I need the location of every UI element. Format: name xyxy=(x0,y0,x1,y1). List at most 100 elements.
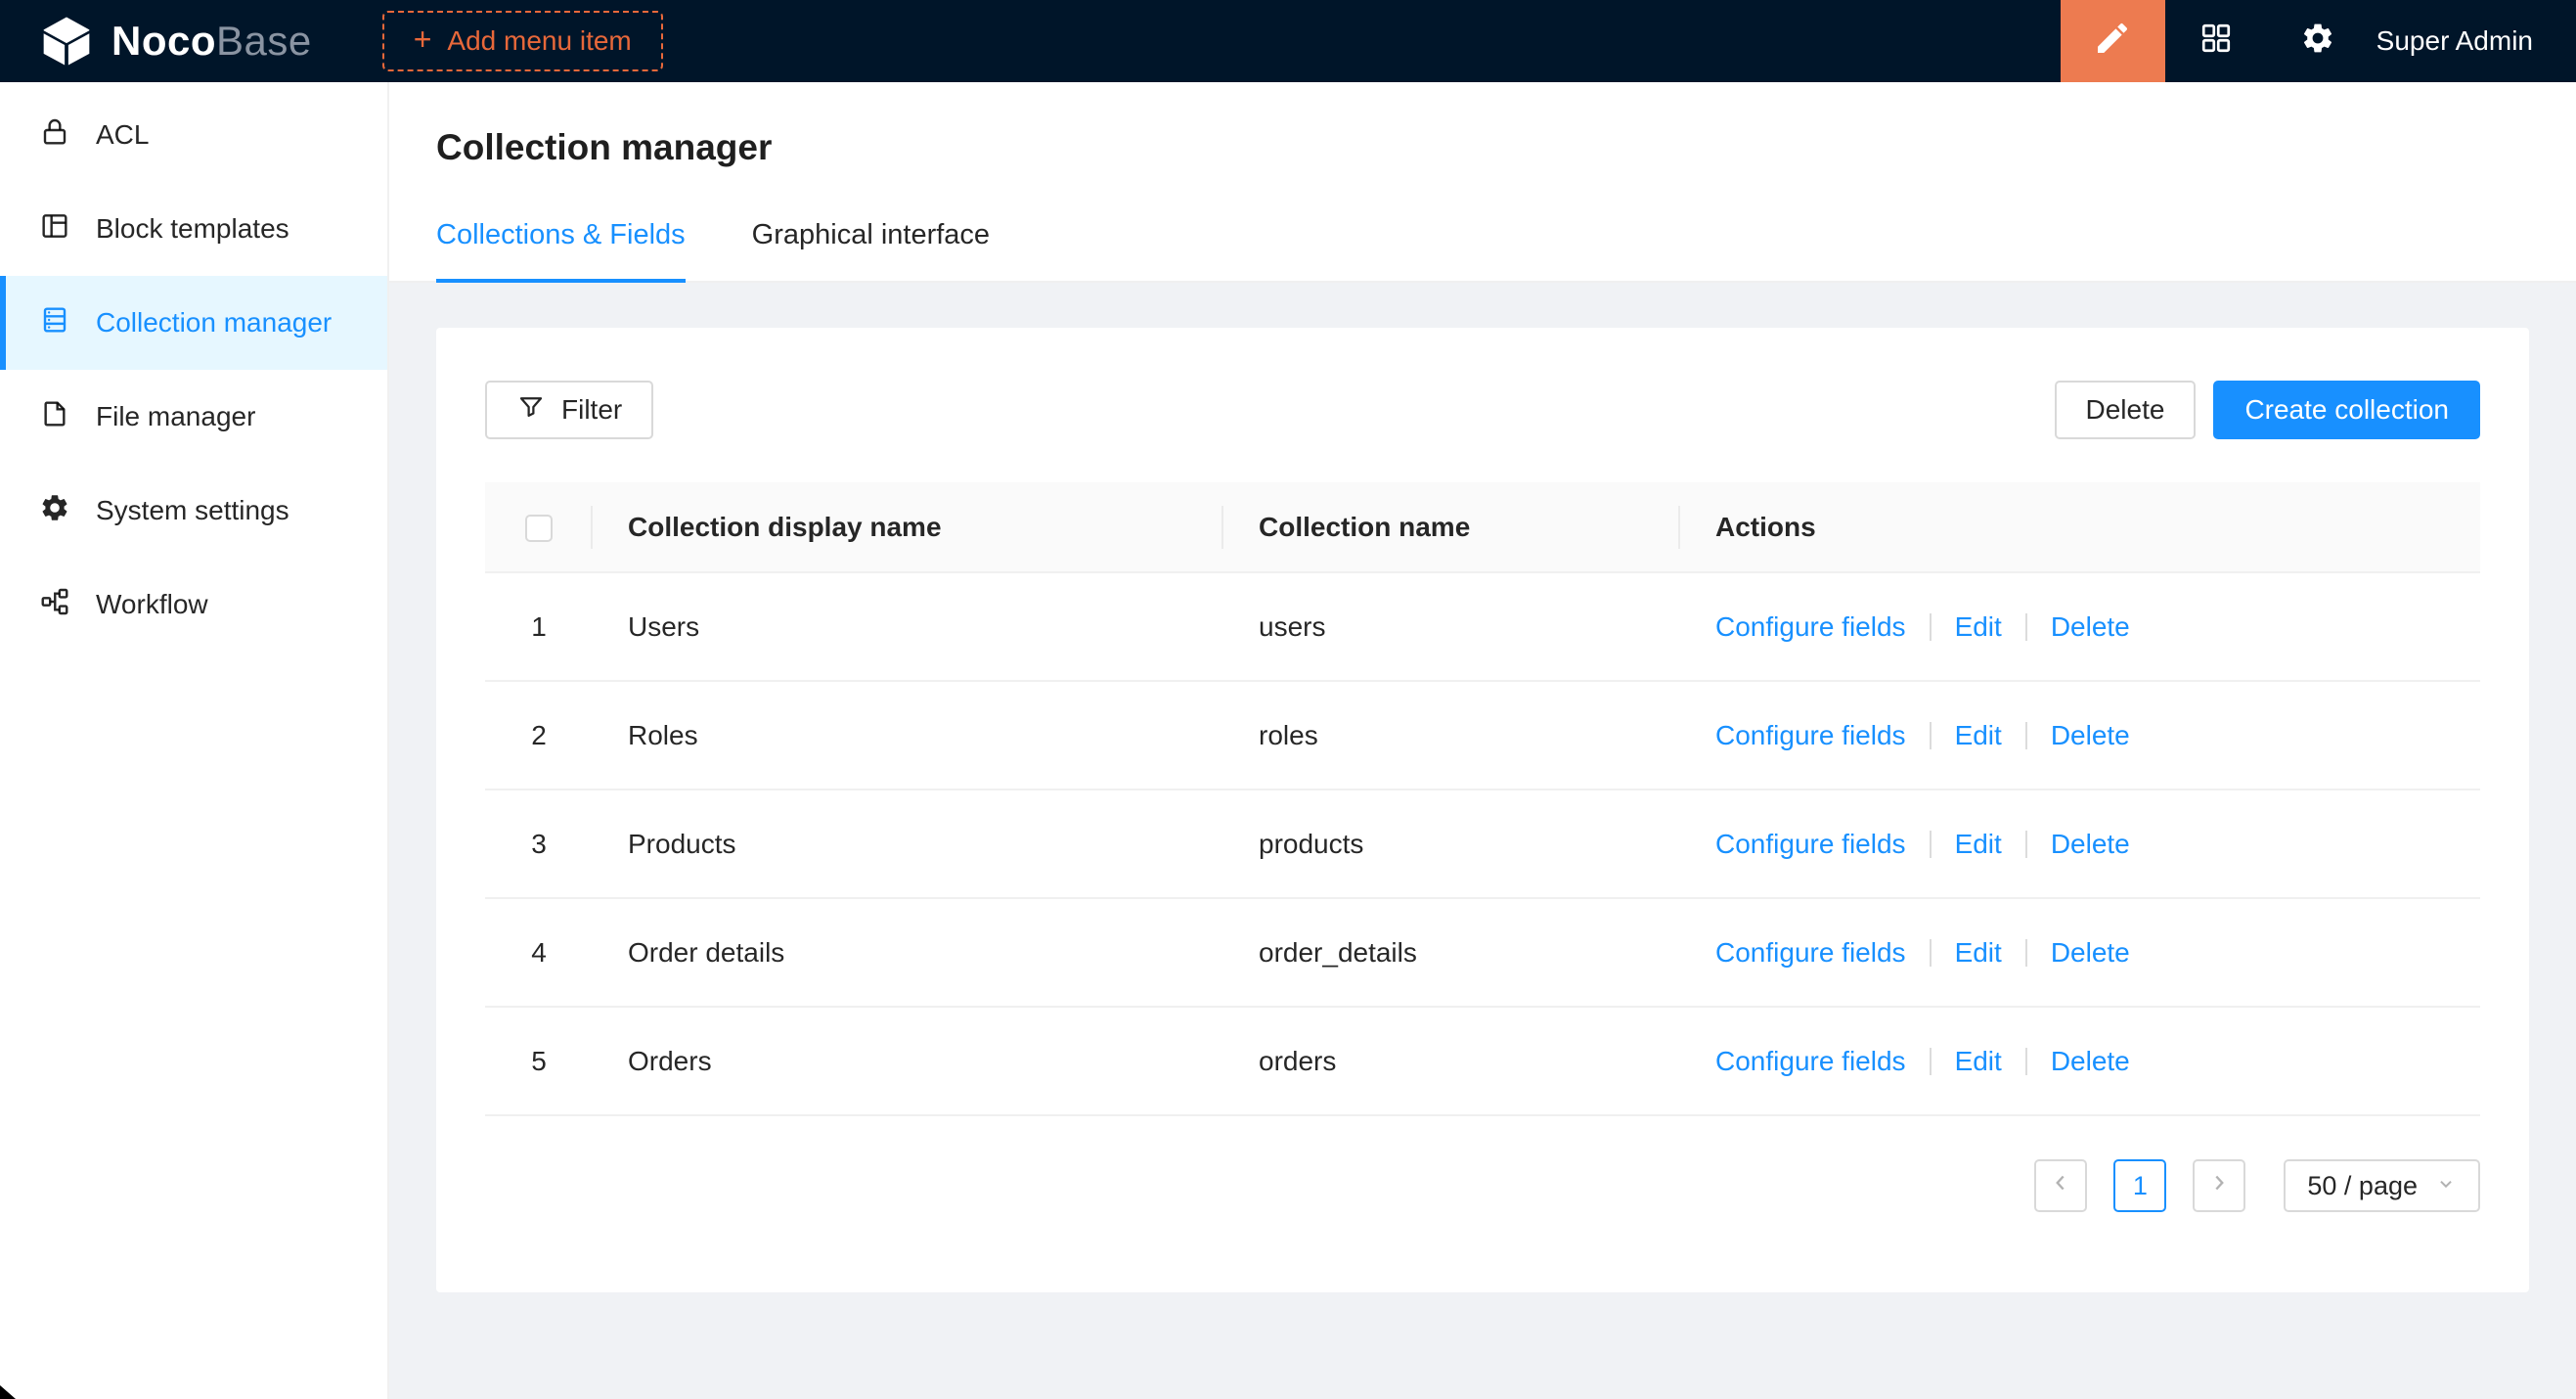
cell-collection-name: products xyxy=(1223,790,1680,898)
column-header-actions: Actions xyxy=(1680,482,2480,572)
gear-icon xyxy=(2300,21,2335,63)
sidebar-item-collection-manager[interactable]: Collection manager xyxy=(0,276,387,370)
chevron-right-icon xyxy=(2206,1170,2232,1202)
prev-page-button[interactable] xyxy=(2034,1159,2087,1212)
cell-display-name: Orders xyxy=(593,1007,1223,1115)
highlighter-pen-icon xyxy=(2093,19,2132,65)
table-row: 3 Products products Configure fieldsEdit… xyxy=(485,790,2480,898)
create-collection-button[interactable]: Create collection xyxy=(2213,381,2480,439)
edit-link[interactable]: Edit xyxy=(1955,937,2002,968)
delete-button[interactable]: Delete xyxy=(2055,381,2197,439)
frame: ACL Block templates xyxy=(0,82,2576,1399)
cell-display-name: Users xyxy=(593,572,1223,681)
settings-sidebar: ACL Block templates xyxy=(0,82,389,1399)
table-row: 2 Roles roles Configure fields Edit Delete xyxy=(485,681,2480,790)
action-divider xyxy=(2025,1048,2027,1075)
delete-link[interactable]: Delete xyxy=(2051,720,2130,750)
page-size-value: 50 / page xyxy=(2307,1171,2418,1201)
nocobase-logo-icon xyxy=(39,14,94,68)
collections-table: Collection display name Collection name … xyxy=(485,482,2480,1116)
app-window: NocoBase + Add menu item xyxy=(0,0,2576,1399)
cell-actions: Configure fields Edit Delete xyxy=(1680,681,2480,790)
cell-display-name: Order details xyxy=(593,898,1223,1007)
cell-display-name: Roles xyxy=(593,681,1223,790)
cell-display-name: Products xyxy=(593,790,1223,898)
cell-actions: Configure fields Edit Delete xyxy=(1680,1007,2480,1115)
brand-name: NocoBase xyxy=(111,18,312,65)
sidebar-item-label: System settings xyxy=(96,495,289,526)
page-size-select[interactable]: 50 / page xyxy=(2284,1159,2480,1212)
action-divider xyxy=(1930,722,1932,749)
table-header-row: Collection display name Collection name … xyxy=(485,482,2480,572)
layout-icon xyxy=(39,210,70,248)
action-divider xyxy=(1930,613,1932,641)
sidebar-item-label: ACL xyxy=(96,119,149,151)
toolbar-right: Delete Create collection xyxy=(2055,381,2481,439)
configure-fields-link[interactable]: Configure fields xyxy=(1715,611,1906,642)
tab-graphical-interface[interactable]: Graphical interface xyxy=(752,219,990,281)
filter-button-label: Filter xyxy=(561,394,622,426)
add-menu-item-button[interactable]: + Add menu item xyxy=(382,11,663,71)
tab-bar: Collections & Fields Graphical interface xyxy=(436,219,2576,281)
content-area: Filter Delete Create collection xyxy=(389,283,2576,1399)
tab-collections-and-fields[interactable]: Collections & Fields xyxy=(436,219,686,281)
plugin-manager-button[interactable] xyxy=(2165,0,2267,82)
settings-button[interactable] xyxy=(2267,0,2369,82)
page-number-button[interactable]: 1 xyxy=(2113,1159,2166,1212)
chevron-left-icon xyxy=(2048,1170,2073,1202)
action-divider xyxy=(2025,613,2027,641)
edit-link[interactable]: Edit xyxy=(1955,611,2002,642)
delete-link[interactable]: Delete xyxy=(2051,1046,2130,1076)
workflow-partition-icon xyxy=(39,586,70,624)
filter-button[interactable]: Filter xyxy=(485,381,653,439)
configure-fields-link[interactable]: Configure fields xyxy=(1715,720,1906,750)
configure-fields-link[interactable]: Configure fields xyxy=(1715,1046,1906,1076)
top-bar: NocoBase + Add menu item xyxy=(0,0,2576,82)
row-index: 2 xyxy=(485,681,593,790)
gear-icon xyxy=(39,492,70,530)
sidebar-item-label: Block templates xyxy=(96,213,289,245)
column-header-display-name: Collection display name xyxy=(593,482,1223,572)
sidebar-item-system-settings[interactable]: System settings xyxy=(0,464,387,558)
cell-collection-name: roles xyxy=(1223,681,1680,790)
configure-fields-link[interactable]: Configure fields xyxy=(1715,937,1906,968)
sidebar-item-label: File manager xyxy=(96,401,255,432)
filter-funnel-icon xyxy=(516,392,546,429)
brand: NocoBase xyxy=(39,14,312,68)
table-row: 4 Order details order_details Configure … xyxy=(485,898,2480,1007)
lock-icon xyxy=(39,116,70,155)
column-header-name: Collection name xyxy=(1223,482,1680,572)
brand-name-light: Base xyxy=(216,18,312,65)
current-user-menu[interactable]: Super Admin xyxy=(2376,25,2533,57)
action-divider xyxy=(2025,939,2027,967)
table-row: 5 Orders orders Configure fieldsEditDele… xyxy=(485,1007,2480,1115)
delete-link[interactable]: Delete xyxy=(2051,829,2130,859)
main-area: Collection manager Collections & Fields … xyxy=(389,82,2576,1399)
sidebar-item-label: Workflow xyxy=(96,589,208,620)
next-page-button[interactable] xyxy=(2193,1159,2245,1212)
edit-link[interactable]: Edit xyxy=(1955,720,2002,750)
sidebar-item-block-templates[interactable]: Block templates xyxy=(0,182,387,276)
cell-actions: Configure fields Edit Delete xyxy=(1680,898,2480,1007)
configure-fields-link[interactable]: Configure fields xyxy=(1715,829,1906,859)
plus-icon: + xyxy=(414,23,432,55)
ui-editor-button[interactable] xyxy=(2061,0,2165,82)
select-all-checkbox[interactable] xyxy=(525,515,553,542)
action-divider xyxy=(2025,722,2027,749)
sidebar-item-workflow[interactable]: Workflow xyxy=(0,558,387,652)
pagination: 1 50 / page xyxy=(485,1159,2480,1212)
delete-link[interactable]: Delete xyxy=(2051,611,2130,642)
edit-link[interactable]: Edit xyxy=(1955,1046,2002,1076)
cursor-artifact xyxy=(0,1385,16,1399)
action-divider xyxy=(1930,939,1932,967)
edit-link[interactable]: Edit xyxy=(1955,829,2002,859)
sidebar-item-label: Collection manager xyxy=(96,307,332,338)
file-icon xyxy=(39,398,70,436)
sidebar-item-acl[interactable]: ACL xyxy=(0,88,387,182)
action-divider xyxy=(1930,1048,1932,1075)
page-header: Collection manager Collections & Fields … xyxy=(389,82,2576,283)
delete-link[interactable]: Delete xyxy=(2051,937,2130,968)
action-divider xyxy=(1930,831,1932,858)
cell-actions: Configure fields Edit Delete xyxy=(1680,572,2480,681)
sidebar-item-file-manager[interactable]: File manager xyxy=(0,370,387,464)
